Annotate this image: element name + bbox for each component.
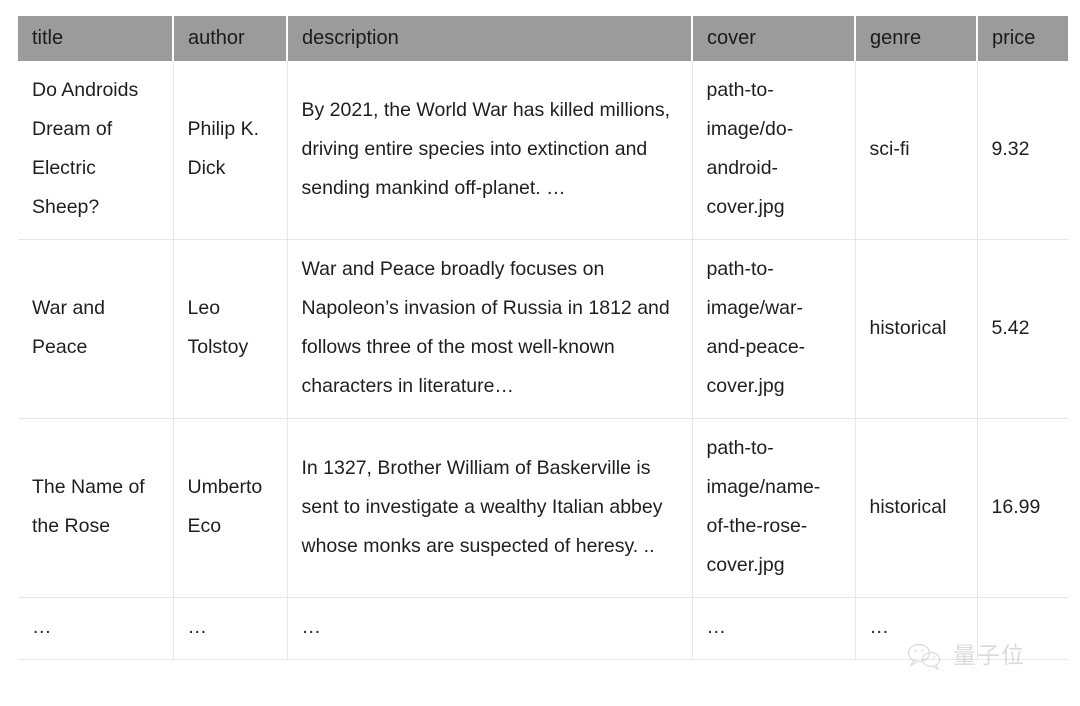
books-table-container: title author description cover genre pri… (18, 16, 1068, 660)
cell-author: Leo Tolstoy (173, 239, 288, 419)
cell-title: … (18, 597, 174, 660)
cell-price: 16.99 (977, 418, 1068, 598)
cell-description: … (287, 597, 693, 660)
column-header-description[interactable]: description (287, 16, 693, 61)
cell-cover: path-to-image/name-of-the-rose-cover.jpg (692, 418, 856, 598)
cell-author: Umberto Eco (173, 418, 288, 598)
table-row: War and Peace Leo Tolstoy War and Peace … (18, 239, 1068, 419)
cell-price: 9.32 (977, 61, 1068, 240)
cell-genre: sci-fi (855, 61, 978, 240)
column-header-price[interactable]: price (977, 16, 1068, 61)
cell-cover: path-to-image/war-and-peace-cover.jpg (692, 239, 856, 419)
cell-description: War and Peace broadly focuses on Napoleo… (287, 239, 693, 419)
column-header-title[interactable]: title (18, 16, 174, 61)
cell-genre: … (855, 597, 978, 660)
table-row: Do Androids Dream of Electric Sheep? Phi… (18, 61, 1068, 240)
table-body: Do Androids Dream of Electric Sheep? Phi… (18, 61, 1068, 660)
column-header-author[interactable]: author (173, 16, 288, 61)
table-header: title author description cover genre pri… (18, 16, 1068, 61)
books-table: title author description cover genre pri… (18, 16, 1068, 660)
cell-genre: historical (855, 418, 978, 598)
cell-author: … (173, 597, 288, 660)
cell-cover: … (692, 597, 856, 660)
cell-cover: path-to-image/do-android-cover.jpg (692, 61, 856, 240)
cell-description: By 2021, the World War has killed millio… (287, 61, 693, 240)
table-row: … … … … … (18, 597, 1068, 660)
cell-price: 5.42 (977, 239, 1068, 419)
table-header-row: title author description cover genre pri… (18, 16, 1068, 61)
cell-author: Philip K. Dick (173, 61, 288, 240)
cell-title: War and Peace (18, 239, 174, 419)
cell-price (977, 597, 1068, 660)
column-header-genre[interactable]: genre (855, 16, 978, 61)
table-row: The Name of the Rose Umberto Eco In 1327… (18, 418, 1068, 598)
cell-genre: historical (855, 239, 978, 419)
column-header-cover[interactable]: cover (692, 16, 856, 61)
cell-title: Do Androids Dream of Electric Sheep? (18, 61, 174, 240)
cell-description: In 1327, Brother William of Baskerville … (287, 418, 693, 598)
cell-title: The Name of the Rose (18, 418, 174, 598)
